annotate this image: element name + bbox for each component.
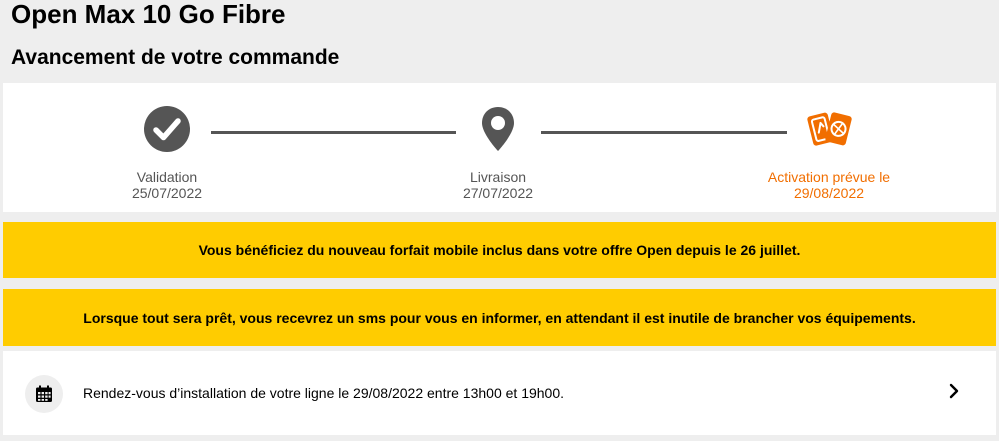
step-label: Validation xyxy=(136,169,198,185)
check-circle-icon xyxy=(144,106,190,152)
progress-connector xyxy=(211,131,456,134)
chevron-right-icon[interactable] xyxy=(947,383,961,399)
info-banner-sms-notice: Lorsque tout sera prêt, vous recevrez un… xyxy=(3,289,996,346)
order-progress-tracker: Validation 25/07/2022 Livraison 27/07/20… xyxy=(3,83,996,212)
step-activation: Activation prévue le 29/08/2022 xyxy=(729,169,929,201)
page-title: Open Max 10 Go Fibre xyxy=(11,0,286,29)
activation-cards-icon xyxy=(807,112,852,146)
calendar-icon xyxy=(36,385,52,402)
info-banner-mobile-plan: Vous bénéficiez du nouveau forfait mobil… xyxy=(3,222,996,278)
progress-connector xyxy=(541,131,787,134)
step-date: 29/08/2022 xyxy=(793,185,865,201)
step-date: 25/07/2022 xyxy=(131,185,203,201)
calendar-icon-badge xyxy=(25,375,63,413)
step-label: Activation prévue le xyxy=(767,169,891,185)
installation-appointment-row[interactable]: Rendez-vous d’installation de votre lign… xyxy=(3,351,996,435)
step-validation: Validation 25/07/2022 xyxy=(67,169,267,201)
banner-text: Lorsque tout sera prêt, vous recevrez un… xyxy=(83,309,916,326)
banner-text: Vous bénéficiez du nouveau forfait mobil… xyxy=(198,242,801,258)
appointment-text: Rendez-vous d’installation de votre lign… xyxy=(83,385,565,401)
step-date: 27/07/2022 xyxy=(462,185,534,201)
location-pin-icon xyxy=(482,107,514,151)
section-title: Avancement de votre commande xyxy=(11,46,340,69)
step-label: Livraison xyxy=(469,169,527,185)
step-livraison: Livraison 27/07/2022 xyxy=(398,169,598,201)
